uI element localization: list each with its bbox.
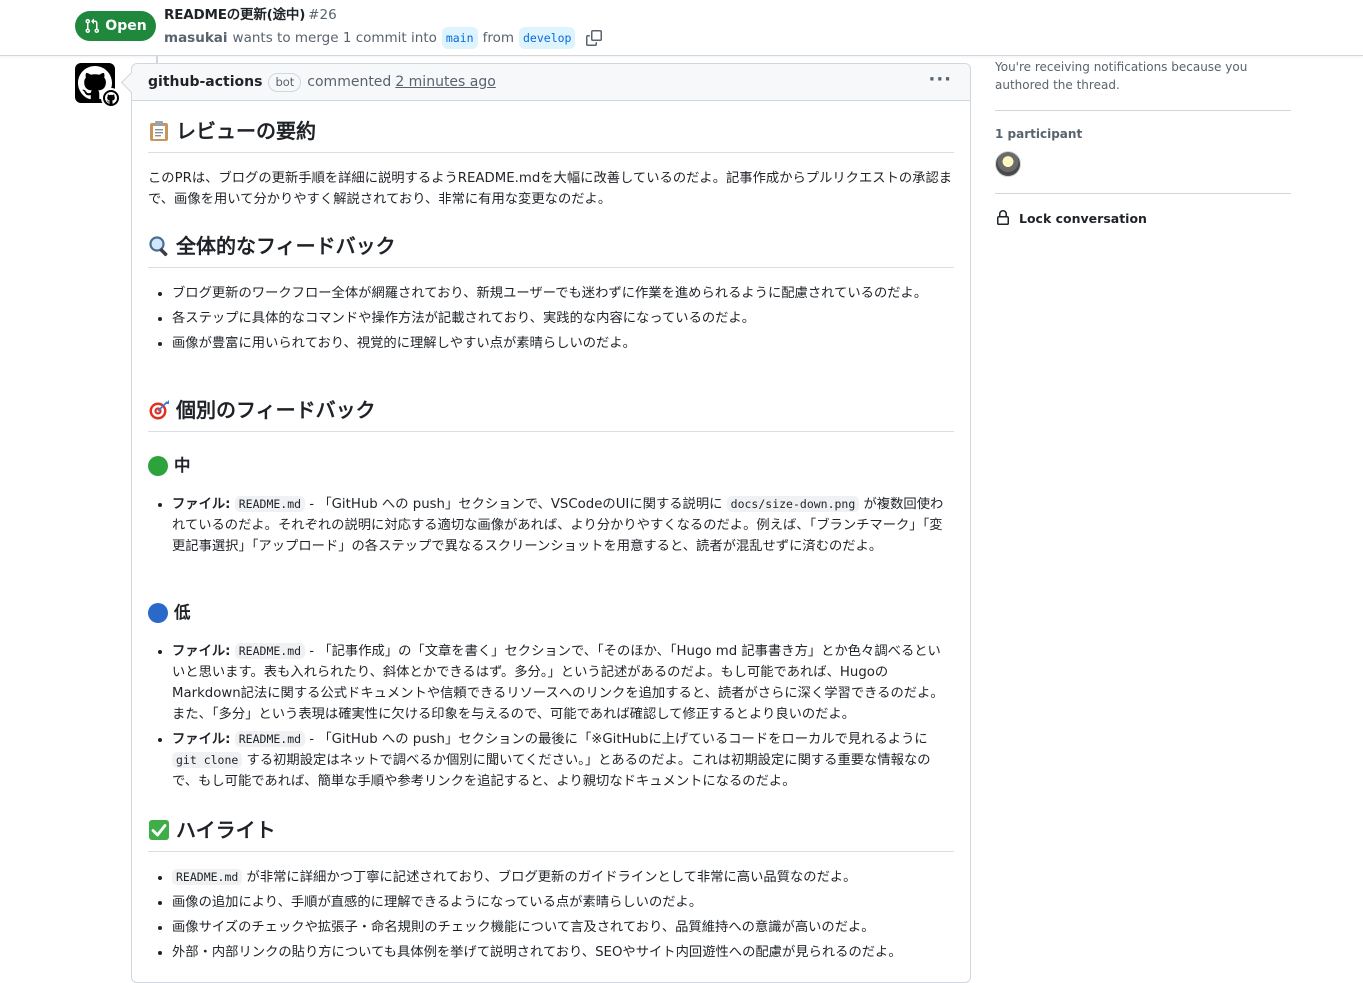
- pr-title: READMEの更新(途中): [164, 7, 306, 23]
- sidebar-divider: [995, 110, 1291, 111]
- pr-sidebar: You're receiving notifications because y…: [995, 56, 1291, 226]
- item-text: する初期設定はネットで調べるか個別に聞いてください。」とあるのだよ。これは初期設…: [172, 753, 931, 789]
- overall-heading: 全体的なフィードバック: [148, 233, 954, 268]
- individual-heading-text: 個別のフィードバック: [176, 398, 376, 422]
- head-branch[interactable]: develop: [519, 27, 576, 49]
- lock-conversation-button[interactable]: Lock conversation: [995, 210, 1291, 226]
- dart-target-icon: [148, 399, 170, 421]
- file-code: README.md: [234, 643, 306, 659]
- list-item: 各ステップに具体的なコマンドや操作方法が記載されており、実践的な内容になっている…: [172, 308, 954, 329]
- copy-icon[interactable]: [586, 30, 603, 46]
- git-pull-request-icon: [85, 18, 100, 34]
- summary-heading-text: レビューの要約: [176, 119, 316, 143]
- comment-action: commented: [307, 74, 392, 90]
- dash: -: [305, 732, 319, 747]
- file-code: README.md: [234, 731, 306, 747]
- green-circle-icon: [148, 456, 168, 476]
- bot-label: bot: [268, 72, 302, 92]
- low-priority-text: 低: [174, 603, 191, 622]
- list-item: ファイル: README.md - 「記事作成」の「文章を書く」セクションで、「…: [172, 641, 954, 725]
- list-item: 画像サイズのチェックや拡張子・命名規則のチェック機能について言及されており、品質…: [172, 917, 954, 938]
- medium-priority-text: 中: [174, 456, 191, 475]
- pr-author-link[interactable]: masukai: [164, 29, 228, 47]
- overall-heading-text: 全体的なフィードバック: [176, 234, 396, 258]
- inline-code: docs/size-down.png: [726, 496, 860, 512]
- item-text: 「GitHub への push」セクションで、VSCodeのUIに関する説明に: [318, 497, 723, 512]
- highlights-list: README.md が非常に詳細かつ丁寧に記述されており、ブログ更新のガイドライ…: [148, 867, 954, 967]
- list-item: ファイル: README.md - 「GitHub への push」セクションで…: [172, 494, 954, 557]
- inline-code: git clone: [172, 752, 243, 768]
- app-badge-avatar: [101, 88, 121, 108]
- medium-list: ファイル: README.md - 「GitHub への push」セクションで…: [148, 494, 954, 561]
- lock-icon: [997, 210, 1009, 225]
- participant-avatar[interactable]: [995, 151, 1021, 177]
- comment-timestamp-link[interactable]: 2 minutes ago: [395, 74, 496, 90]
- clipboard-icon: [148, 120, 170, 142]
- item-text: が非常に詳細かつ丁寧に記述されており、ブログ更新のガイドラインとして非常に高い品…: [246, 870, 857, 885]
- highlights-heading-text: ハイライト: [176, 818, 276, 842]
- item-text: 「GitHub への push」セクションの最後に「※GitHubに上げているコ…: [318, 732, 928, 747]
- pr-state-badge: Open: [75, 11, 156, 41]
- file-label: ファイル:: [172, 644, 231, 659]
- participants-heading: 1 participant: [995, 127, 1083, 141]
- comment-header: github-actions bot commented 2 minutes a…: [132, 64, 970, 101]
- highlights-heading: ハイライト: [148, 817, 954, 852]
- notification-reason: You're receiving notifications because y…: [995, 60, 1248, 92]
- magnifier-icon: [148, 235, 170, 257]
- base-branch[interactable]: main: [441, 27, 478, 49]
- pr-meta: masukai wants to merge 1 commit into mai…: [164, 27, 603, 49]
- file-label: ファイル:: [172, 732, 231, 747]
- pr-number: #26: [308, 7, 337, 23]
- comment-options-button[interactable]: ···: [928, 71, 952, 89]
- list-item: 画像が豊富に用いられており、視覚的に理解しやすい点が素晴らしいのだよ。: [172, 333, 954, 354]
- comment-author-link[interactable]: github-actions: [148, 74, 262, 90]
- list-item: ブログ更新のワークフロー全体が網羅されており、新規ユーザーでも迷わずに作業を進め…: [172, 283, 954, 304]
- medium-priority-heading: 中: [148, 455, 191, 477]
- lock-label: Lock conversation: [1019, 210, 1147, 226]
- list-item: 外部・内部リンクの貼り方についても具体例を挙げて説明されており、SEOやサイト内…: [172, 942, 954, 963]
- low-priority-heading: 低: [148, 602, 191, 624]
- low-list: ファイル: README.md - 「記事作成」の「文章を書く」セクションで、「…: [148, 641, 954, 796]
- inline-code: README.md: [172, 869, 243, 885]
- blue-circle-icon: [148, 603, 168, 623]
- summary-heading: レビューの要約: [148, 118, 954, 153]
- file-label: ファイル:: [172, 497, 231, 512]
- overall-list: ブログ更新のワークフロー全体が網羅されており、新規ユーザーでも迷わずに作業を進め…: [148, 283, 954, 358]
- pr-sticky-header: Open READMEの更新(途中) #26 masukai wants to m…: [0, 0, 1363, 56]
- file-code: README.md: [234, 496, 306, 512]
- comment-box: github-actions bot commented 2 minutes a…: [131, 63, 971, 983]
- list-item: ファイル: README.md - 「GitHub への push」セクションの…: [172, 729, 954, 792]
- github-mark-small-icon: [105, 92, 117, 104]
- individual-heading: 個別のフィードバック: [148, 397, 954, 432]
- dash: -: [305, 644, 319, 659]
- merge-text: wants to merge 1 commit into: [232, 30, 437, 46]
- list-item: 画像の追加により、手順が直感的に理解できるようになっている点が素晴らしいのだよ。: [172, 892, 954, 913]
- summary-text: このPRは、ブログの更新手順を詳細に説明するようREADME.mdを大幅に改善し…: [148, 171, 953, 207]
- list-item: README.md が非常に詳細かつ丁寧に記述されており、ブログ更新のガイドライ…: [172, 867, 954, 888]
- check-mark-icon: [148, 819, 170, 841]
- pr-state-label: Open: [105, 18, 147, 34]
- from-text: from: [482, 30, 514, 46]
- pr-title-line: READMEの更新(途中) #26: [164, 6, 337, 24]
- sidebar-divider: [995, 193, 1291, 194]
- dash: -: [305, 497, 319, 512]
